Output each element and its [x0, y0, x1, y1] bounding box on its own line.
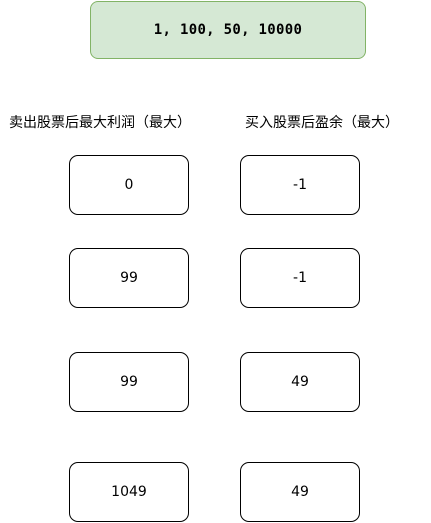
sell-profit-cell-1: 99 — [69, 248, 189, 308]
sell-profit-cell-3: 1049 — [69, 462, 189, 522]
buy-balance-cell-1: -1 — [240, 248, 360, 308]
prices-text: 1, 100, 50, 10000 — [153, 22, 303, 38]
cell-value: 99 — [120, 270, 138, 286]
sell-profit-header: 卖出股票后最大利润（最大） — [9, 115, 191, 131]
buy-balance-cell-3: 49 — [240, 462, 360, 522]
cell-value: 49 — [291, 484, 309, 500]
buy-balance-cell-0: -1 — [240, 155, 360, 215]
cell-value: 49 — [291, 374, 309, 390]
sell-profit-cell-2: 99 — [69, 352, 189, 412]
sell-profit-cell-0: 0 — [69, 155, 189, 215]
buy-balance-header: 买入股票后盈余（最大） — [245, 115, 399, 131]
cell-value: -1 — [293, 177, 307, 193]
cell-value: -1 — [293, 270, 307, 286]
cell-value: 99 — [120, 374, 138, 390]
prices-input-box: 1, 100, 50, 10000 — [90, 1, 366, 59]
cell-value: 0 — [124, 177, 134, 193]
buy-balance-cell-2: 49 — [240, 352, 360, 412]
cell-value: 1049 — [111, 484, 147, 500]
